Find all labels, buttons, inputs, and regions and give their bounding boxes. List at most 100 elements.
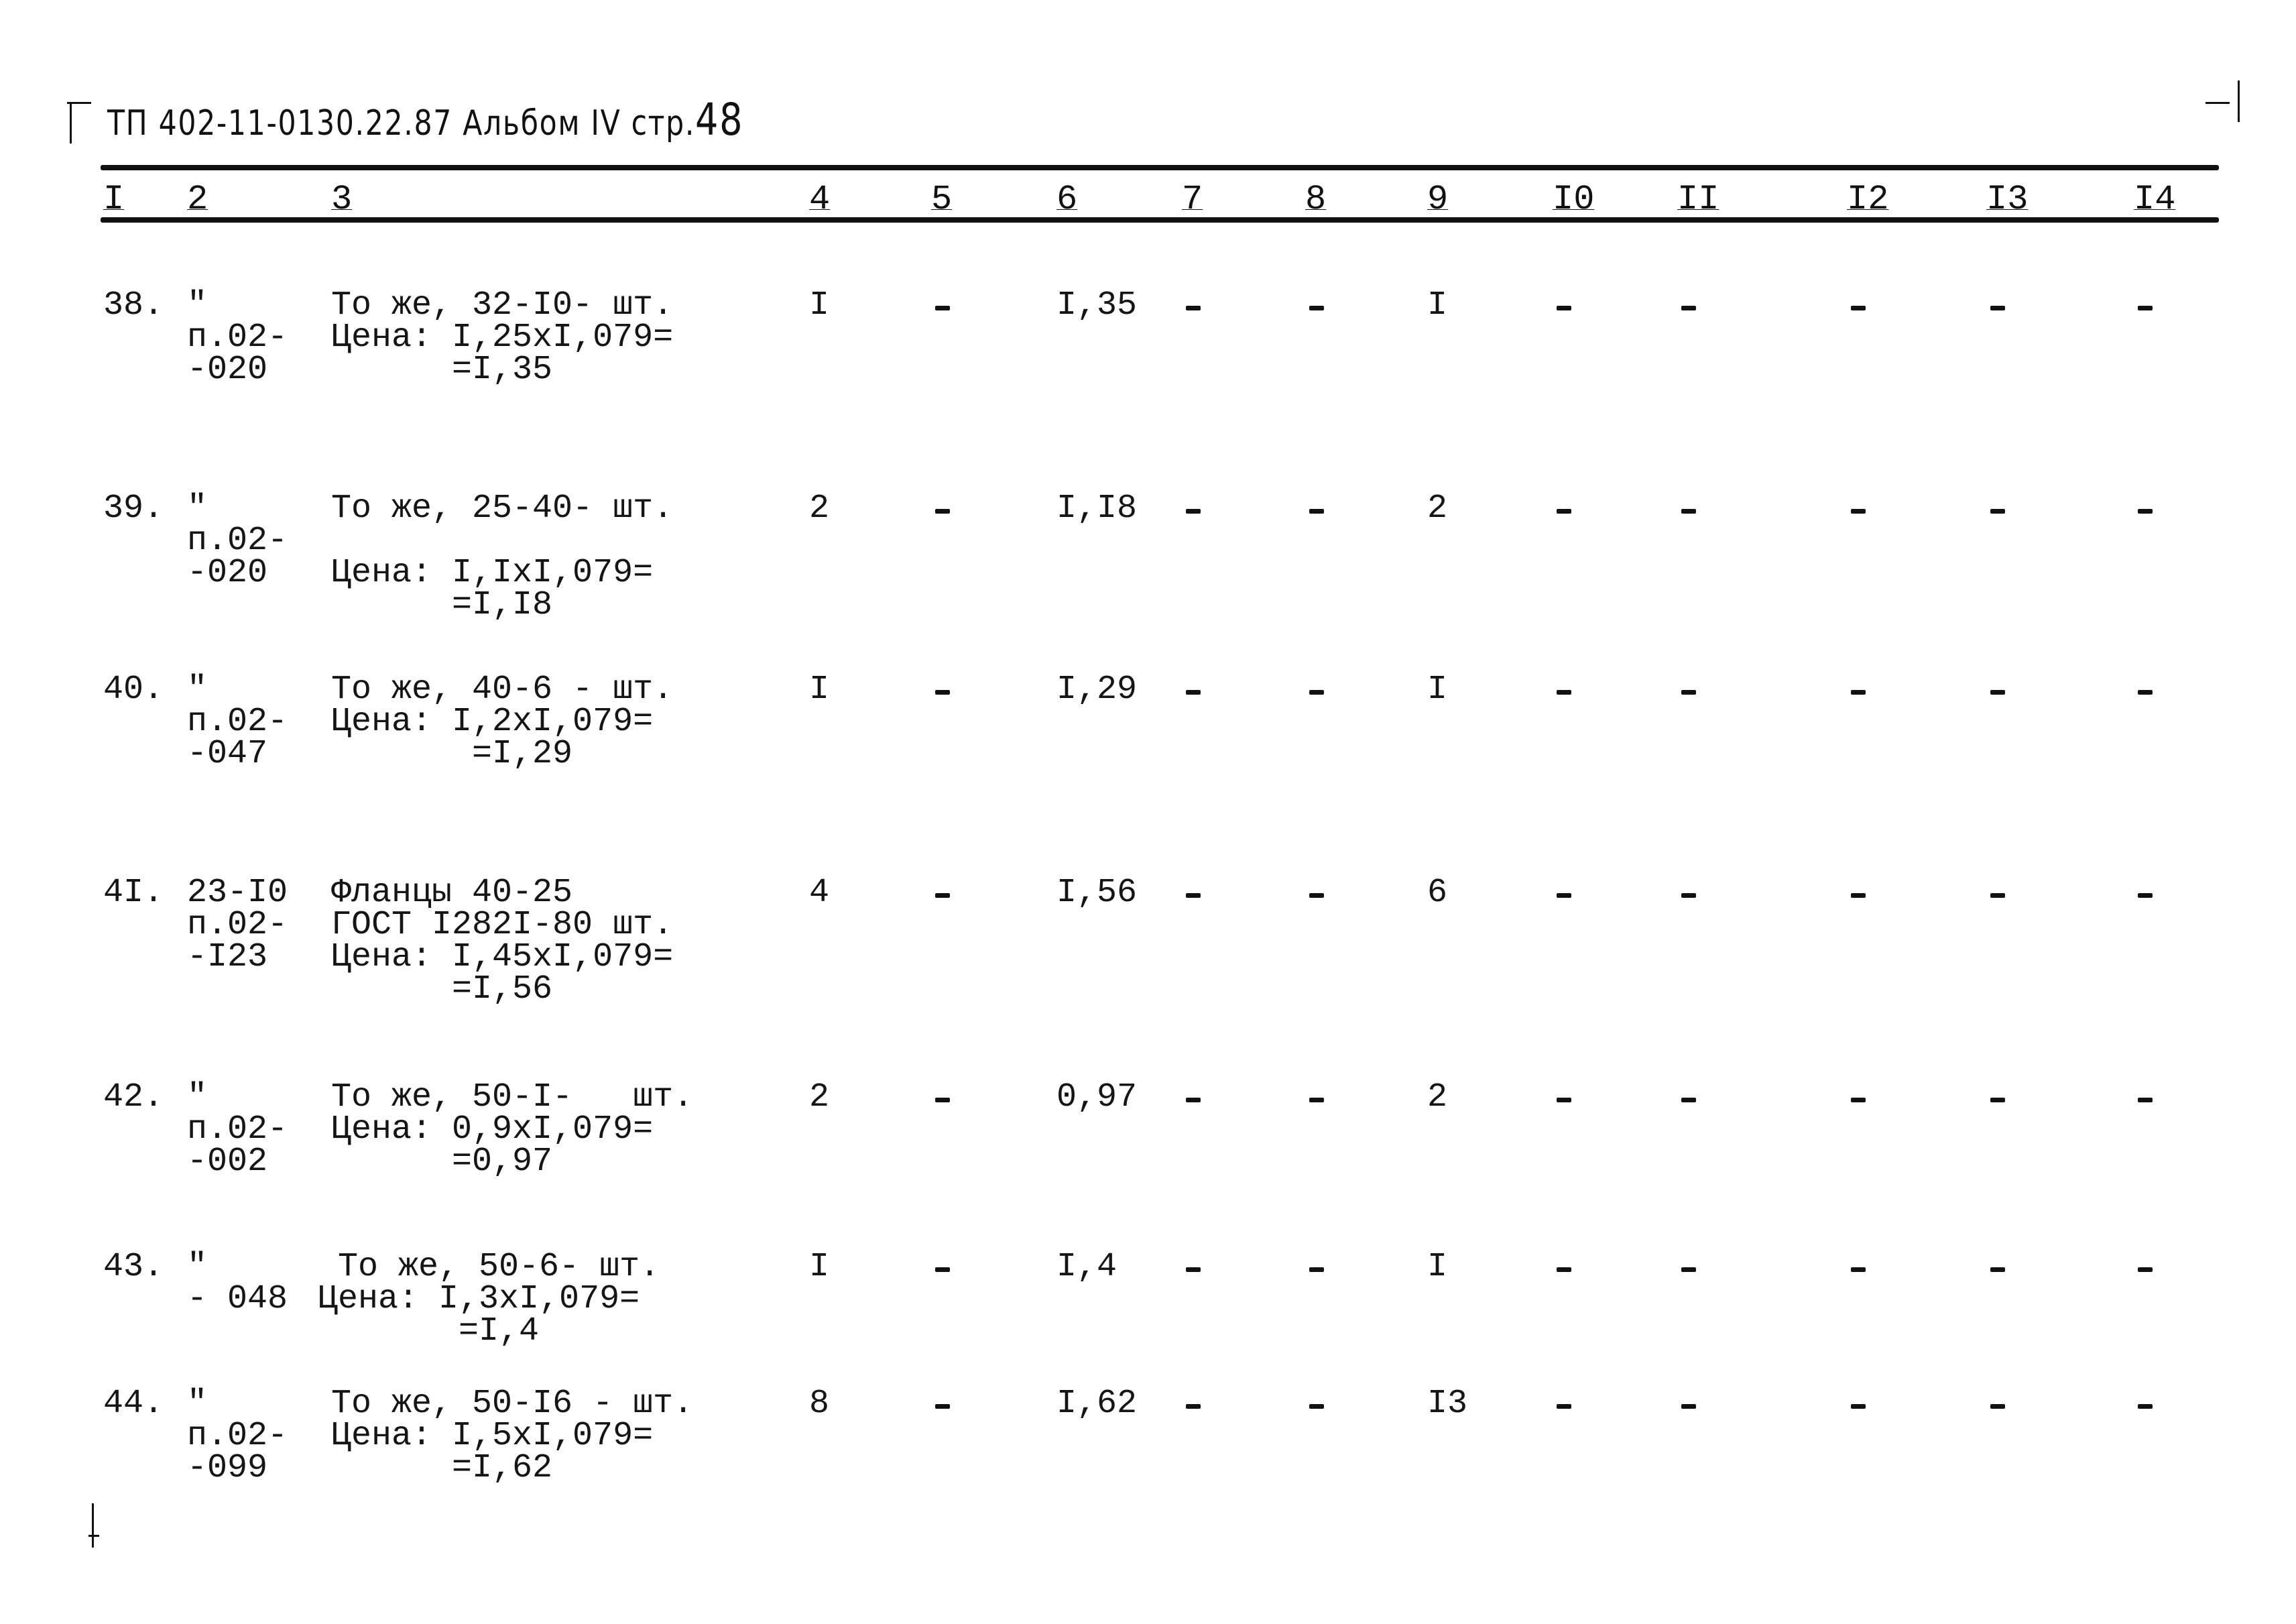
- empty-value-dash: [1851, 306, 1866, 310]
- row-reference-line: п.02-: [187, 906, 288, 944]
- empty-value-dash: [1186, 1404, 1201, 1409]
- header-top-rule: [101, 165, 2219, 170]
- row-reference-line: ": [187, 1385, 208, 1423]
- row-description-line: =I,62: [331, 1449, 553, 1487]
- empty-value-dash: [1186, 1267, 1201, 1272]
- column-header-11: II: [1677, 180, 1719, 219]
- empty-value-dash: [1681, 509, 1696, 514]
- empty-value-dash: [2138, 1098, 2153, 1102]
- row-description-line: =I,4: [318, 1312, 540, 1350]
- empty-value-dash: [1557, 1267, 1571, 1272]
- header-bottom-rule: [101, 217, 2219, 223]
- column-9-value: 6: [1427, 874, 1448, 912]
- empty-value-dash: [1186, 306, 1201, 310]
- row-description-line: =I,29: [331, 735, 573, 773]
- empty-value-dash: [2138, 509, 2153, 514]
- row-description-line: То же, 25-40- шт.: [331, 489, 674, 528]
- column-6-value: I,35: [1056, 286, 1138, 325]
- column-header-13: I3: [1986, 180, 2029, 219]
- row-reference-line: п.02-: [187, 522, 288, 560]
- empty-value-dash: [1309, 306, 1324, 310]
- row-number: 4I.: [103, 874, 164, 912]
- row-description-line: =0,97: [331, 1143, 553, 1181]
- row-description-line: Цена: I,3хI,079=: [318, 1280, 640, 1318]
- row-reference-line: -099: [187, 1449, 268, 1487]
- empty-value-dash: [1186, 690, 1201, 695]
- column-9-value: 2: [1427, 1078, 1448, 1116]
- row-description-line: Цена: I,5хI,079=: [331, 1417, 654, 1455]
- row-description-line: =I,35: [331, 351, 553, 389]
- empty-value-dash: [935, 1267, 950, 1272]
- row-number: 42.: [103, 1078, 164, 1116]
- row-description-line: ГОСТ I282I-80 шт.: [331, 906, 674, 944]
- empty-value-dash: [1557, 306, 1571, 310]
- column-4-value: I: [809, 286, 830, 325]
- row-reference-line: - 048: [187, 1280, 288, 1318]
- column-header-10: I0: [1553, 180, 1595, 219]
- empty-value-dash: [1990, 306, 2005, 310]
- row-reference-line: ": [187, 1078, 208, 1116]
- row-reference-line: 23-I0: [187, 874, 288, 912]
- column-6-value: 0,97: [1056, 1078, 1138, 1116]
- corner-mark-top-left-v: [70, 102, 72, 143]
- empty-value-dash: [1309, 1267, 1324, 1272]
- row-number: 38.: [103, 286, 164, 325]
- row-description-line: =I,56: [331, 970, 553, 1008]
- empty-value-dash: [935, 893, 950, 898]
- empty-value-dash: [1557, 509, 1571, 514]
- empty-value-dash: [1990, 1098, 2005, 1102]
- empty-value-dash: [1309, 893, 1324, 898]
- row-reference-line: ": [187, 489, 208, 528]
- page-number: 48: [695, 94, 744, 146]
- empty-value-dash: [1681, 1267, 1696, 1272]
- corner-mark-bottom-left-h: [88, 1535, 99, 1537]
- column-4-value: I: [809, 671, 830, 709]
- row-reference-line: -047: [187, 735, 268, 773]
- corner-mark-top-right-v: [2238, 80, 2240, 122]
- row-description-line: Цена: 0,9хI,079=: [331, 1110, 654, 1149]
- row-description-line: =I,I8: [331, 586, 553, 624]
- document-title: ТП 402-11-0130.22.87 Альбом IV стр.48: [107, 94, 743, 146]
- row-reference-line: -020: [187, 351, 268, 389]
- row-description-line: То же, 40-6 - шт.: [331, 671, 674, 709]
- empty-value-dash: [1990, 1267, 2005, 1272]
- empty-value-dash: [2138, 893, 2153, 898]
- empty-value-dash: [1557, 690, 1571, 695]
- column-6-value: I,62: [1056, 1385, 1138, 1423]
- doc-code: ТП 402-11-0130.22.87: [107, 103, 453, 143]
- column-header-2: 2: [187, 180, 208, 219]
- album-label: Альбом IV: [463, 103, 621, 143]
- empty-value-dash: [1681, 1098, 1696, 1102]
- row-reference-line: ": [187, 286, 208, 325]
- column-header-9: 9: [1427, 180, 1449, 219]
- empty-value-dash: [935, 306, 950, 310]
- empty-value-dash: [1851, 893, 1866, 898]
- empty-value-dash: [1309, 509, 1324, 514]
- column-header-6: 6: [1056, 180, 1078, 219]
- column-4-value: I: [809, 1248, 830, 1286]
- row-reference-line: п.02-: [187, 1110, 288, 1149]
- column-4-value: 4: [809, 874, 830, 912]
- empty-value-dash: [1309, 1404, 1324, 1409]
- empty-value-dash: [1186, 509, 1201, 514]
- row-reference-line: -002: [187, 1143, 268, 1181]
- column-header-1: I: [103, 180, 125, 219]
- row-description-line: То же, 50-I6 - шт.: [331, 1385, 694, 1423]
- page-label: стр.: [631, 103, 696, 143]
- column-9-value: I: [1427, 286, 1448, 325]
- empty-value-dash: [1851, 1098, 1866, 1102]
- empty-value-dash: [1990, 893, 2005, 898]
- empty-value-dash: [1681, 690, 1696, 695]
- empty-value-dash: [1990, 690, 2005, 695]
- column-header-14: I4: [2134, 180, 2176, 219]
- empty-value-dash: [2138, 1404, 2153, 1409]
- empty-value-dash: [1851, 509, 1866, 514]
- empty-value-dash: [1681, 306, 1696, 310]
- row-description-line: То же, 50-6- шт.: [318, 1248, 660, 1286]
- row-description-line: Фланцы 40-25: [331, 874, 573, 912]
- column-4-value: 2: [809, 1078, 830, 1116]
- row-description-line: Цена: I,25хI,079=: [331, 318, 674, 357]
- empty-value-dash: [1681, 1404, 1696, 1409]
- row-reference-line: п.02-: [187, 1417, 288, 1455]
- row-reference-line: ": [187, 1248, 208, 1286]
